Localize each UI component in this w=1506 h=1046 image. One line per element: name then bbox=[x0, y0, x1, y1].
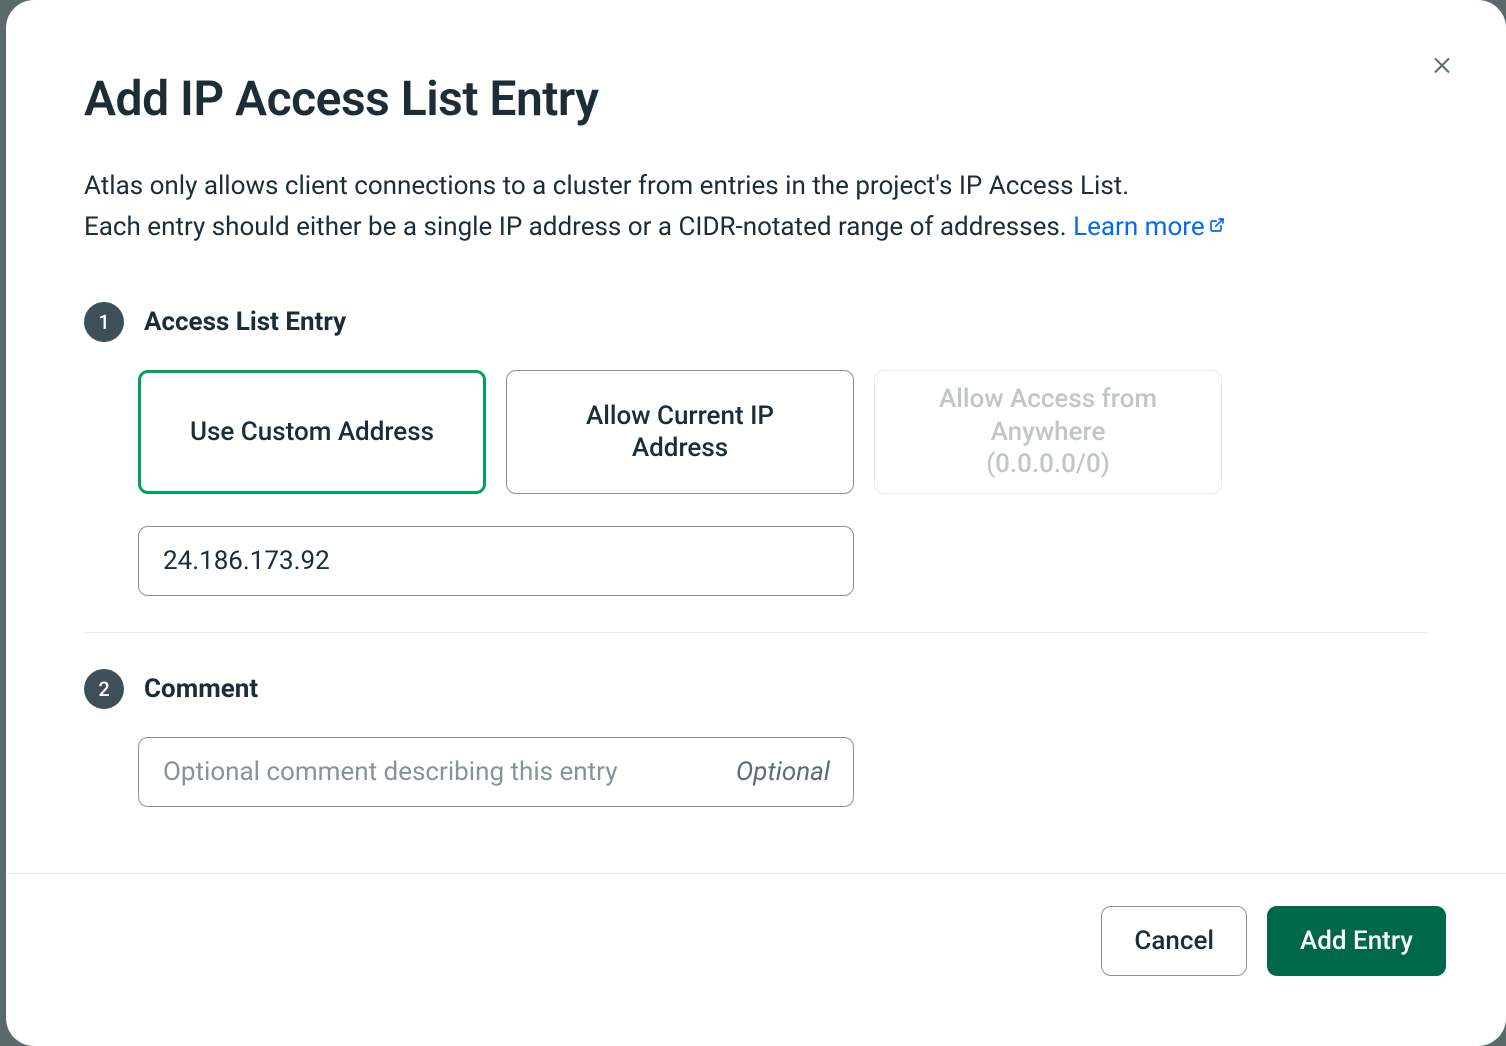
option-label: Use Custom Address bbox=[190, 416, 434, 449]
section-divider bbox=[84, 632, 1428, 633]
close-button[interactable] bbox=[1422, 44, 1462, 84]
modal-description: Atlas only allows client connections to … bbox=[84, 167, 1428, 247]
add-ip-access-modal: Add IP Access List Entry Atlas only allo… bbox=[6, 0, 1506, 1028]
option-label-line1: Allow Access from Anywhere bbox=[939, 384, 1157, 447]
option-label: Allow Access from Anywhere (0.0.0.0/0) bbox=[905, 383, 1191, 481]
modal-footer: Cancel Add Entry bbox=[6, 873, 1506, 1046]
entry-type-options: Use Custom Address Allow Current IP Addr… bbox=[138, 370, 1428, 494]
option-use-custom-address[interactable]: Use Custom Address bbox=[138, 370, 486, 494]
description-line-2: Each entry should either be a single IP … bbox=[84, 212, 1073, 242]
description-line-1: Atlas only allows client connections to … bbox=[84, 171, 1129, 201]
option-label: Allow Current IP Address bbox=[537, 400, 823, 465]
learn-more-label: Learn more bbox=[1073, 212, 1205, 242]
section-title-1: Access List Entry bbox=[144, 307, 346, 337]
modal-title: Add IP Access List Entry bbox=[84, 70, 1428, 127]
option-allow-anywhere: Allow Access from Anywhere (0.0.0.0/0) bbox=[874, 370, 1222, 494]
ip-address-input[interactable] bbox=[138, 526, 854, 596]
modal-body: Add IP Access List Entry Atlas only allo… bbox=[6, 0, 1506, 873]
step-badge-2: 2 bbox=[84, 669, 124, 709]
close-icon bbox=[1430, 52, 1454, 76]
external-link-icon bbox=[1209, 206, 1225, 245]
option-label-line2: (0.0.0.0/0) bbox=[986, 449, 1110, 479]
ip-field-row bbox=[138, 526, 1428, 596]
step-badge-1: 1 bbox=[84, 302, 124, 342]
section-access-list-entry: 1 Access List Entry Use Custom Address A… bbox=[84, 302, 1428, 596]
section-header-1: 1 Access List Entry bbox=[84, 302, 1428, 342]
section-header-2: 2 Comment bbox=[84, 669, 1428, 709]
section-comment: 2 Comment Optional bbox=[84, 669, 1428, 807]
cancel-button[interactable]: Cancel bbox=[1101, 906, 1247, 976]
comment-field-row: Optional bbox=[138, 737, 1428, 807]
option-allow-current-ip[interactable]: Allow Current IP Address bbox=[506, 370, 854, 494]
section-title-2: Comment bbox=[144, 674, 258, 704]
comment-input[interactable] bbox=[138, 737, 854, 807]
ip-input-wrap bbox=[138, 526, 854, 596]
learn-more-link[interactable]: Learn more bbox=[1073, 212, 1225, 242]
comment-input-wrap: Optional bbox=[138, 737, 854, 807]
add-entry-button[interactable]: Add Entry bbox=[1267, 906, 1446, 976]
